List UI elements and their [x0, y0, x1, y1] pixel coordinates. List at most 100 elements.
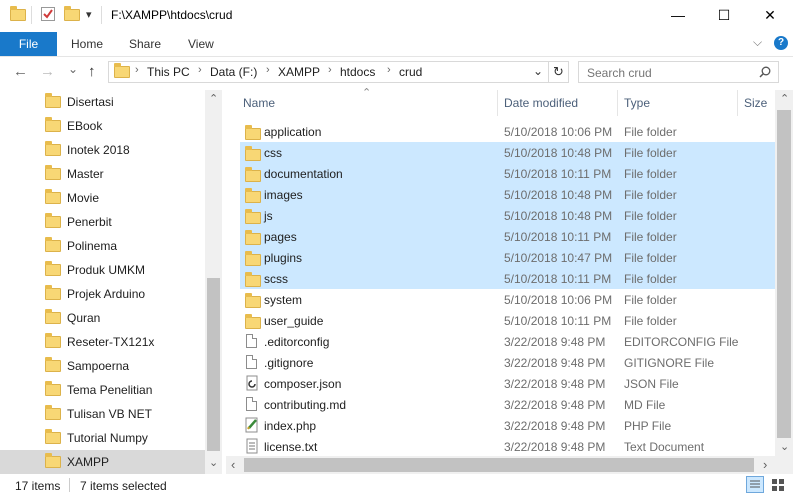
tab-view[interactable]: View — [188, 37, 214, 51]
back-button[interactable]: ← — [13, 63, 28, 80]
folder-icon[interactable] — [10, 6, 26, 25]
table-row[interactable]: system 5/10/2018 10:06 PM File folder — [240, 289, 775, 310]
table-row[interactable]: license.txt 3/22/2018 9:48 PM Text Documen… — [240, 436, 775, 457]
column-header-size[interactable]: Size — [744, 96, 767, 110]
table-row[interactable]: index.php 3/22/2018 9:48 PM PHP File — [240, 415, 775, 436]
breadcrumb-xampp[interactable]: XAMPP — [278, 65, 320, 79]
details-view-icon[interactable] — [746, 476, 764, 493]
nav-item-movie[interactable]: Movie — [0, 186, 205, 210]
scroll-down-arrow[interactable]: ⌄ — [780, 440, 789, 453]
file-type: MD File — [624, 398, 666, 412]
vertical-scroll-thumb[interactable] — [777, 110, 791, 438]
date-modified: 5/10/2018 10:48 PM — [504, 209, 613, 223]
nav-item-polinema[interactable]: Polinema — [0, 234, 205, 258]
tab-share[interactable]: Share — [129, 37, 161, 51]
file-list-horizontal-scrollbar[interactable]: ‹ › — [226, 456, 775, 474]
column-header-name[interactable]: Name — [243, 96, 275, 110]
nav-item-quran[interactable]: Quran — [0, 306, 205, 330]
file-type: File folder — [624, 167, 677, 181]
file-type: File folder — [624, 251, 677, 265]
nav-item-penerbit[interactable]: Penerbit — [0, 210, 205, 234]
minimize-button[interactable]: — — [655, 0, 701, 30]
file-type: File folder — [624, 272, 677, 286]
scroll-down-arrow[interactable]: ⌄ — [209, 456, 218, 469]
table-row[interactable]: plugins 5/10/2018 10:47 PM File folder — [240, 247, 775, 268]
nav-item-master[interactable]: Master — [0, 162, 205, 186]
forward-button[interactable]: → — [40, 63, 55, 80]
horizontal-scroll-thumb[interactable] — [244, 458, 754, 472]
breadcrumb-htdocs[interactable]: htdocs — [340, 65, 375, 79]
recent-locations-button[interactable]: ⌄ — [68, 62, 78, 76]
properties-check-icon[interactable] — [41, 7, 55, 21]
nav-item-produk-umkm[interactable]: Produk UMKM — [0, 258, 205, 282]
file-type: PHP File — [624, 419, 672, 433]
nav-item-reseter-tx121x[interactable]: Reseter-TX121x — [0, 330, 205, 354]
nav-item-ebook[interactable]: EBook — [0, 114, 205, 138]
up-button[interactable]: ↑ — [88, 63, 96, 80]
refresh-button[interactable]: ↻ — [549, 61, 569, 83]
column-header-type[interactable]: Type — [624, 96, 650, 110]
table-row[interactable]: js 5/10/2018 10:48 PM File folder — [240, 205, 775, 226]
scroll-right-arrow[interactable]: › — [763, 457, 767, 472]
column-header-date-modified[interactable]: Date modified — [504, 96, 578, 110]
file-list-vertical-scrollbar[interactable]: ⌃ ⌄ — [775, 90, 793, 456]
tab-home[interactable]: Home — [71, 37, 103, 51]
nav-pane-scrollbar[interactable]: ⌃ ⌄ — [205, 90, 222, 474]
scrollbar-corner — [775, 456, 793, 474]
nav-item-inotek-2018[interactable]: Inotek 2018 — [0, 138, 205, 162]
new-folder-icon[interactable] — [64, 6, 80, 25]
nav-item-projek-arduino[interactable]: Projek Arduino — [0, 282, 205, 306]
table-row[interactable]: documentation 5/10/2018 10:11 PM File fold… — [240, 163, 775, 184]
table-row[interactable]: images 5/10/2018 10:48 PM File folder — [240, 184, 775, 205]
table-row[interactable]: user_guide 5/10/2018 10:11 PM File folder — [240, 310, 775, 331]
nav-item-tulisan-vb-net[interactable]: Tulisan VB NET — [0, 402, 205, 426]
search-input[interactable] — [585, 63, 749, 83]
folder-icon — [45, 165, 61, 180]
breadcrumb-this-pc[interactable]: This PC — [147, 65, 190, 79]
tab-file[interactable]: File — [0, 32, 57, 56]
quick-access-dropdown-icon[interactable]: ▾ — [86, 8, 92, 21]
help-icon[interactable]: ? — [774, 36, 788, 50]
table-row[interactable]: .gitignore 3/22/2018 9:48 PM GITIGNORE Fil… — [240, 352, 775, 373]
table-row[interactable]: contributing.md 3/22/2018 9:48 PM MD File — [240, 394, 775, 415]
title-divider — [101, 6, 102, 24]
table-row[interactable]: pages 5/10/2018 10:11 PM File folder — [240, 226, 775, 247]
table-row[interactable]: scss 5/10/2018 10:11 PM File folder — [240, 268, 775, 289]
nav-item-label: Disertasi — [67, 95, 114, 109]
date-modified: 5/10/2018 10:06 PM — [504, 125, 613, 139]
ribbon-expand-icon[interactable]: ⌵ — [753, 35, 762, 50]
column-divider[interactable] — [737, 90, 738, 116]
breadcrumb-separator[interactable]: › — [328, 64, 332, 76]
maximize-button[interactable]: ☐ — [701, 0, 747, 30]
scroll-left-arrow[interactable]: ‹ — [231, 457, 235, 472]
table-row[interactable]: composer.json 3/22/2018 9:48 PM JSON File — [240, 373, 775, 394]
close-button[interactable]: ✕ — [747, 0, 793, 30]
column-divider[interactable] — [617, 90, 618, 116]
table-row[interactable]: .editorconfig 3/22/2018 9:48 PM EDITORCONF… — [240, 331, 775, 352]
table-row[interactable]: application 5/10/2018 10:06 PM File folder — [240, 121, 775, 142]
nav-item-tutorial-numpy[interactable]: Tutorial Numpy — [0, 426, 205, 450]
column-divider[interactable] — [497, 90, 498, 116]
nav-item-sampoerna[interactable]: Sampoerna — [0, 354, 205, 378]
nav-scroll-thumb[interactable] — [207, 278, 220, 451]
table-row[interactable]: css 5/10/2018 10:48 PM File folder — [240, 142, 775, 163]
nav-item-xampp[interactable]: XAMPP — [0, 450, 205, 474]
file-type: File folder — [624, 230, 677, 244]
search-icon[interactable] — [759, 66, 771, 81]
nav-item-label: Reseter-TX121x — [67, 335, 155, 349]
breadcrumb-separator[interactable]: › — [198, 64, 202, 76]
breadcrumb-crud[interactable]: crud — [399, 65, 422, 79]
nav-item-label: Polinema — [67, 239, 118, 253]
breadcrumb-data-f[interactable]: Data (F:) — [210, 65, 257, 79]
date-modified: 5/10/2018 10:06 PM — [504, 293, 613, 307]
breadcrumb-separator[interactable]: › — [135, 64, 139, 76]
breadcrumb-separator[interactable]: › — [387, 64, 391, 76]
large-icons-view-icon[interactable] — [769, 476, 787, 493]
nav-item-disertasi[interactable]: Disertasi — [0, 90, 205, 114]
search-box[interactable] — [578, 61, 779, 83]
scroll-up-arrow[interactable]: ⌃ — [209, 92, 218, 105]
breadcrumb-separator[interactable]: › — [266, 64, 270, 76]
scroll-up-arrow[interactable]: ⌃ — [780, 92, 789, 105]
address-dropdown-icon[interactable]: ⌄ — [533, 64, 543, 78]
nav-item-tema-penelitian[interactable]: Tema Penelitian — [0, 378, 205, 402]
